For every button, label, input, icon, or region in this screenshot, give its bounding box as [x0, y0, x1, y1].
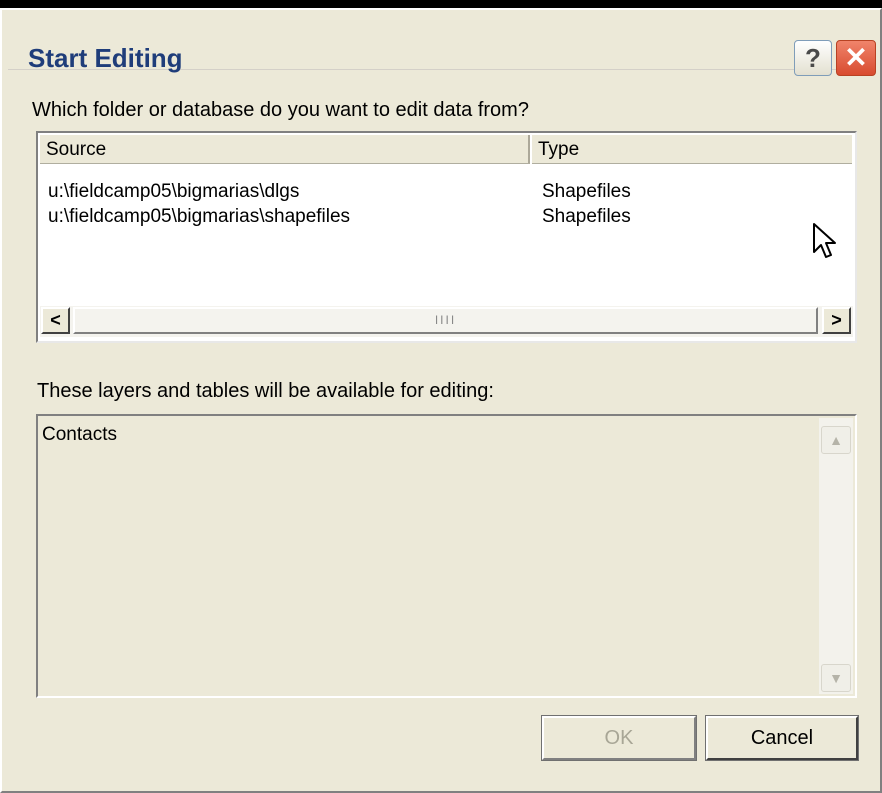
- layer-item-contacts: Contacts: [42, 424, 117, 445]
- cancel-button[interactable]: Cancel: [705, 715, 859, 761]
- start-editing-dialog: Start Editing ? ✕ Which folder or databa…: [0, 8, 882, 793]
- source-question-label: Which folder or database do you want to …: [32, 99, 529, 121]
- chevron-right-icon: >: [831, 310, 842, 330]
- chevron-up-icon: ▲: [829, 432, 843, 448]
- layers-available-label: These layers and tables will be availabl…: [37, 380, 494, 402]
- scroll-down-button: ▼: [821, 664, 851, 692]
- horizontal-scrollbar[interactable]: < IIII >: [40, 306, 853, 337]
- source-row-1-path[interactable]: u:\fieldcamp05\bigmarias\dlgs: [48, 181, 299, 203]
- source-row-2-type[interactable]: Shapefiles: [542, 206, 631, 228]
- column-header-type[interactable]: Type: [532, 135, 852, 164]
- title-bar[interactable]: Start Editing ? ✕: [8, 23, 876, 76]
- editable-layers-list[interactable]: Contacts ▲ ▼: [36, 414, 857, 698]
- chevron-down-icon: ▼: [829, 670, 843, 686]
- mouse-pointer-icon: [813, 223, 836, 258]
- horizontal-scroll-thumb[interactable]: IIII: [73, 307, 818, 334]
- scroll-left-button[interactable]: <: [41, 307, 70, 334]
- dialog-title: Start Editing: [28, 43, 183, 73]
- column-header-source[interactable]: Source: [40, 135, 530, 164]
- scroll-grip-icon: IIII: [434, 313, 457, 327]
- close-button[interactable]: ✕: [836, 40, 876, 76]
- help-icon: ?: [805, 43, 821, 73]
- chevron-left-icon: <: [50, 310, 61, 330]
- source-row-2-path[interactable]: u:\fieldcamp05\bigmarias\shapefiles: [48, 206, 350, 228]
- source-row-1-type[interactable]: Shapefiles: [542, 181, 631, 203]
- scroll-up-button: ▲: [821, 426, 851, 454]
- help-button[interactable]: ?: [794, 40, 832, 76]
- source-list[interactable]: Source Type u:\fieldcamp05\bigmarias\dlg…: [36, 131, 857, 343]
- close-icon: ✕: [844, 42, 868, 73]
- ok-button[interactable]: OK: [541, 715, 697, 761]
- scroll-right-button[interactable]: >: [822, 307, 851, 334]
- vertical-scrollbar: ▲ ▼: [819, 418, 853, 694]
